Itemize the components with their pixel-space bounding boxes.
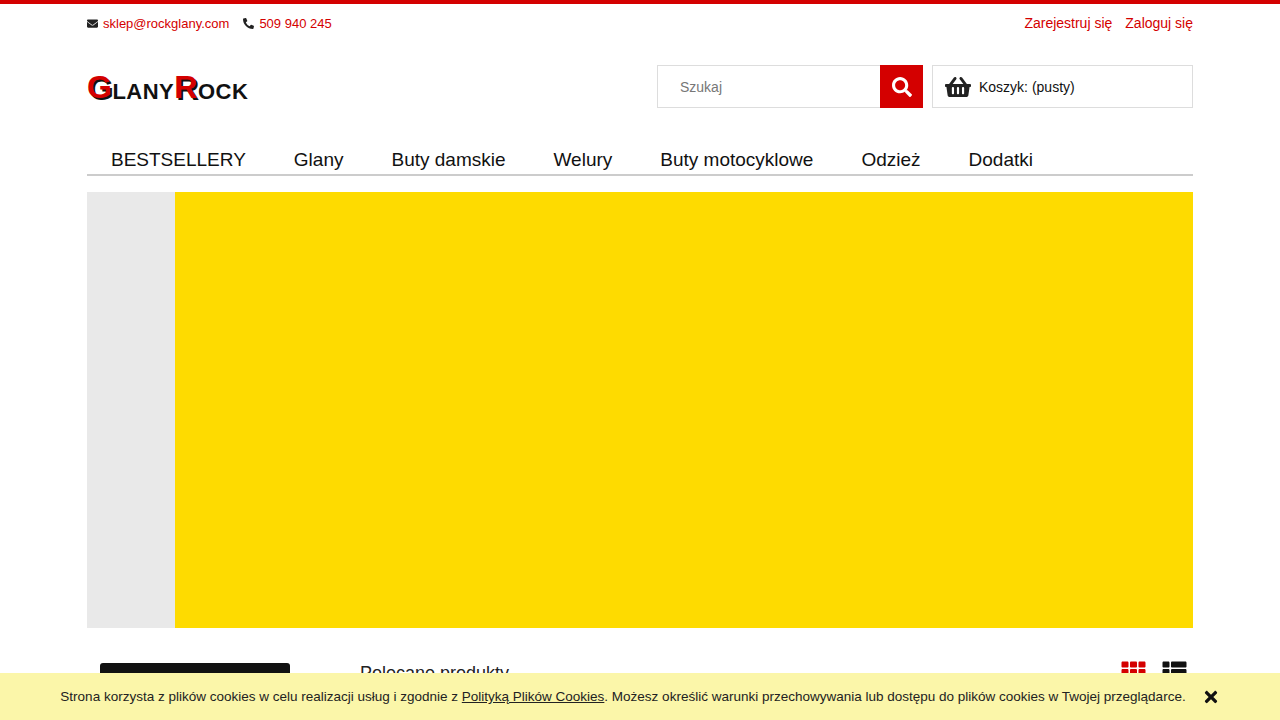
- account-link[interactable]: Zarejestruj się: [1024, 15, 1112, 31]
- phone-link[interactable]: 509 940 245: [243, 16, 331, 31]
- header: GLANYROCK Koszyk: (pusty): [87, 65, 1193, 108]
- cookie-close-button[interactable]: [1202, 688, 1220, 706]
- page: sklep@rockglany.com 509 940 245 Zarejestru…: [0, 0, 1280, 716]
- container: sklep@rockglany.com 509 940 245 Zarejestru…: [87, 4, 1193, 687]
- cookie-policy-link[interactable]: Polityką Plików Cookies: [462, 689, 605, 704]
- search-box: [657, 65, 923, 108]
- nav-item[interactable]: Welury: [530, 148, 637, 174]
- hero-banner[interactable]: [87, 192, 1193, 628]
- nav-item[interactable]: Glany: [270, 148, 368, 174]
- search-button[interactable]: [880, 65, 923, 108]
- cart[interactable]: Koszyk: (pusty): [932, 65, 1193, 108]
- cookie-bar: Strona korzysta z plików cookies w celu …: [0, 673, 1280, 720]
- cookie-text: Strona korzysta z plików cookies w celu …: [60, 689, 1185, 704]
- nav-item[interactable]: Dodatki: [945, 148, 1057, 174]
- logo[interactable]: GLANYROCK: [87, 71, 248, 103]
- nav-item[interactable]: Buty damskie: [367, 148, 529, 174]
- search-input[interactable]: [657, 65, 880, 108]
- top-bar: sklep@rockglany.com 509 940 245 Zarejestru…: [87, 4, 1193, 42]
- basket-icon: [945, 74, 971, 100]
- search-icon: [892, 77, 912, 97]
- envelope-icon: [87, 18, 98, 29]
- nav-item[interactable]: Odzież: [837, 148, 944, 174]
- nav-item[interactable]: Buty motocyklowe: [636, 148, 837, 174]
- email-link[interactable]: sklep@rockglany.com: [87, 16, 229, 31]
- main-nav: BESTSELLERYGlanyButy damskieWeluryButy m…: [87, 148, 1193, 176]
- nav-item[interactable]: BESTSELLERY: [87, 148, 270, 174]
- phone-icon: [243, 18, 254, 29]
- account-link[interactable]: Zaloguj się: [1125, 15, 1193, 31]
- close-icon: [1202, 688, 1220, 706]
